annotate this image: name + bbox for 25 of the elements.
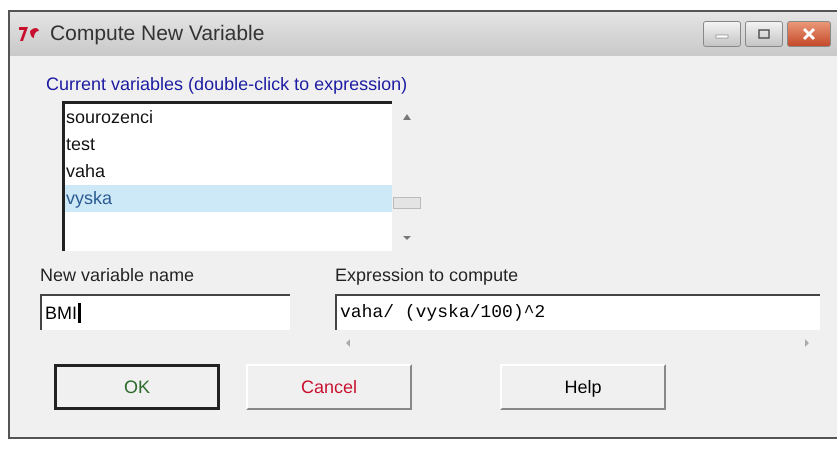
variable-item[interactable]: test	[65, 131, 392, 158]
expression-input-field[interactable]: vaha/ (vyska/100)^2	[335, 294, 820, 330]
scroll-thumb[interactable]	[393, 197, 421, 209]
dialog-button[interactable]: Help	[500, 364, 666, 410]
variable-item[interactable]: vaha	[65, 158, 392, 185]
maximize-icon	[757, 28, 771, 40]
minimize-button[interactable]	[703, 21, 741, 47]
close-button[interactable]	[787, 21, 831, 47]
variable-item[interactable]: vyska	[65, 185, 392, 212]
field-label: Expression to compute	[335, 265, 520, 286]
variables-list[interactable]: sourozenci test vaha vyska	[62, 101, 392, 251]
close-icon	[801, 27, 817, 41]
window-title: Compute New Variable	[50, 22, 266, 46]
scroll-up-icon[interactable]	[402, 113, 412, 121]
maximize-button[interactable]	[745, 21, 783, 47]
variable-item[interactable]: sourozenci	[65, 104, 392, 131]
feather-logo-icon	[18, 25, 40, 43]
name-input-field[interactable]: BMI	[40, 294, 290, 330]
dialog-button[interactable]: OK	[54, 364, 220, 410]
scroll-left-icon[interactable]	[345, 338, 351, 348]
field-label: New variable name	[40, 265, 196, 286]
scroll-down-icon[interactable]	[402, 235, 412, 241]
variables-label: Current variables (double-click to expression)	[46, 74, 408, 95]
dialog-button[interactable]: Cancel	[246, 364, 412, 410]
scroll-right-icon[interactable]	[804, 338, 810, 348]
